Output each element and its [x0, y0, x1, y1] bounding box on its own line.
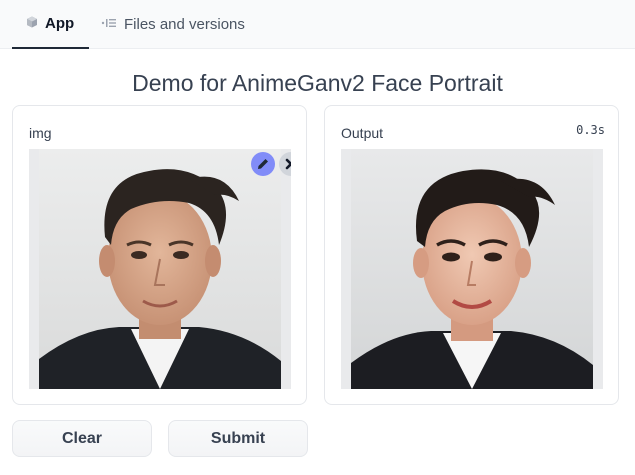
files-icon [101, 16, 117, 33]
pencil-icon [258, 159, 268, 169]
page-title: Demo for AnimeGanv2 Face Portrait [132, 70, 503, 96]
tab-files-label: Files and versions [124, 16, 245, 33]
input-image-panel: img [12, 105, 307, 405]
edit-image-button[interactable] [251, 152, 275, 176]
inference-timer: 0.3s [576, 123, 605, 137]
output-anime-image [351, 149, 593, 389]
input-image-dropzone[interactable] [29, 149, 291, 389]
top-tabs: App Files and versions [0, 0, 635, 49]
tab-app[interactable]: App [12, 0, 89, 49]
tab-app-label: App [45, 15, 75, 32]
output-image-box [341, 149, 603, 389]
close-icon [285, 158, 291, 170]
tab-files-and-versions[interactable]: Files and versions [101, 0, 245, 49]
output-image-panel: Output 0.3s [324, 105, 619, 405]
clear-button[interactable]: Clear [12, 420, 152, 457]
input-photo [39, 149, 281, 389]
cube-icon [26, 15, 38, 32]
input-label: img [29, 125, 52, 141]
submit-button[interactable]: Submit [168, 420, 308, 457]
output-label: Output [341, 125, 384, 141]
